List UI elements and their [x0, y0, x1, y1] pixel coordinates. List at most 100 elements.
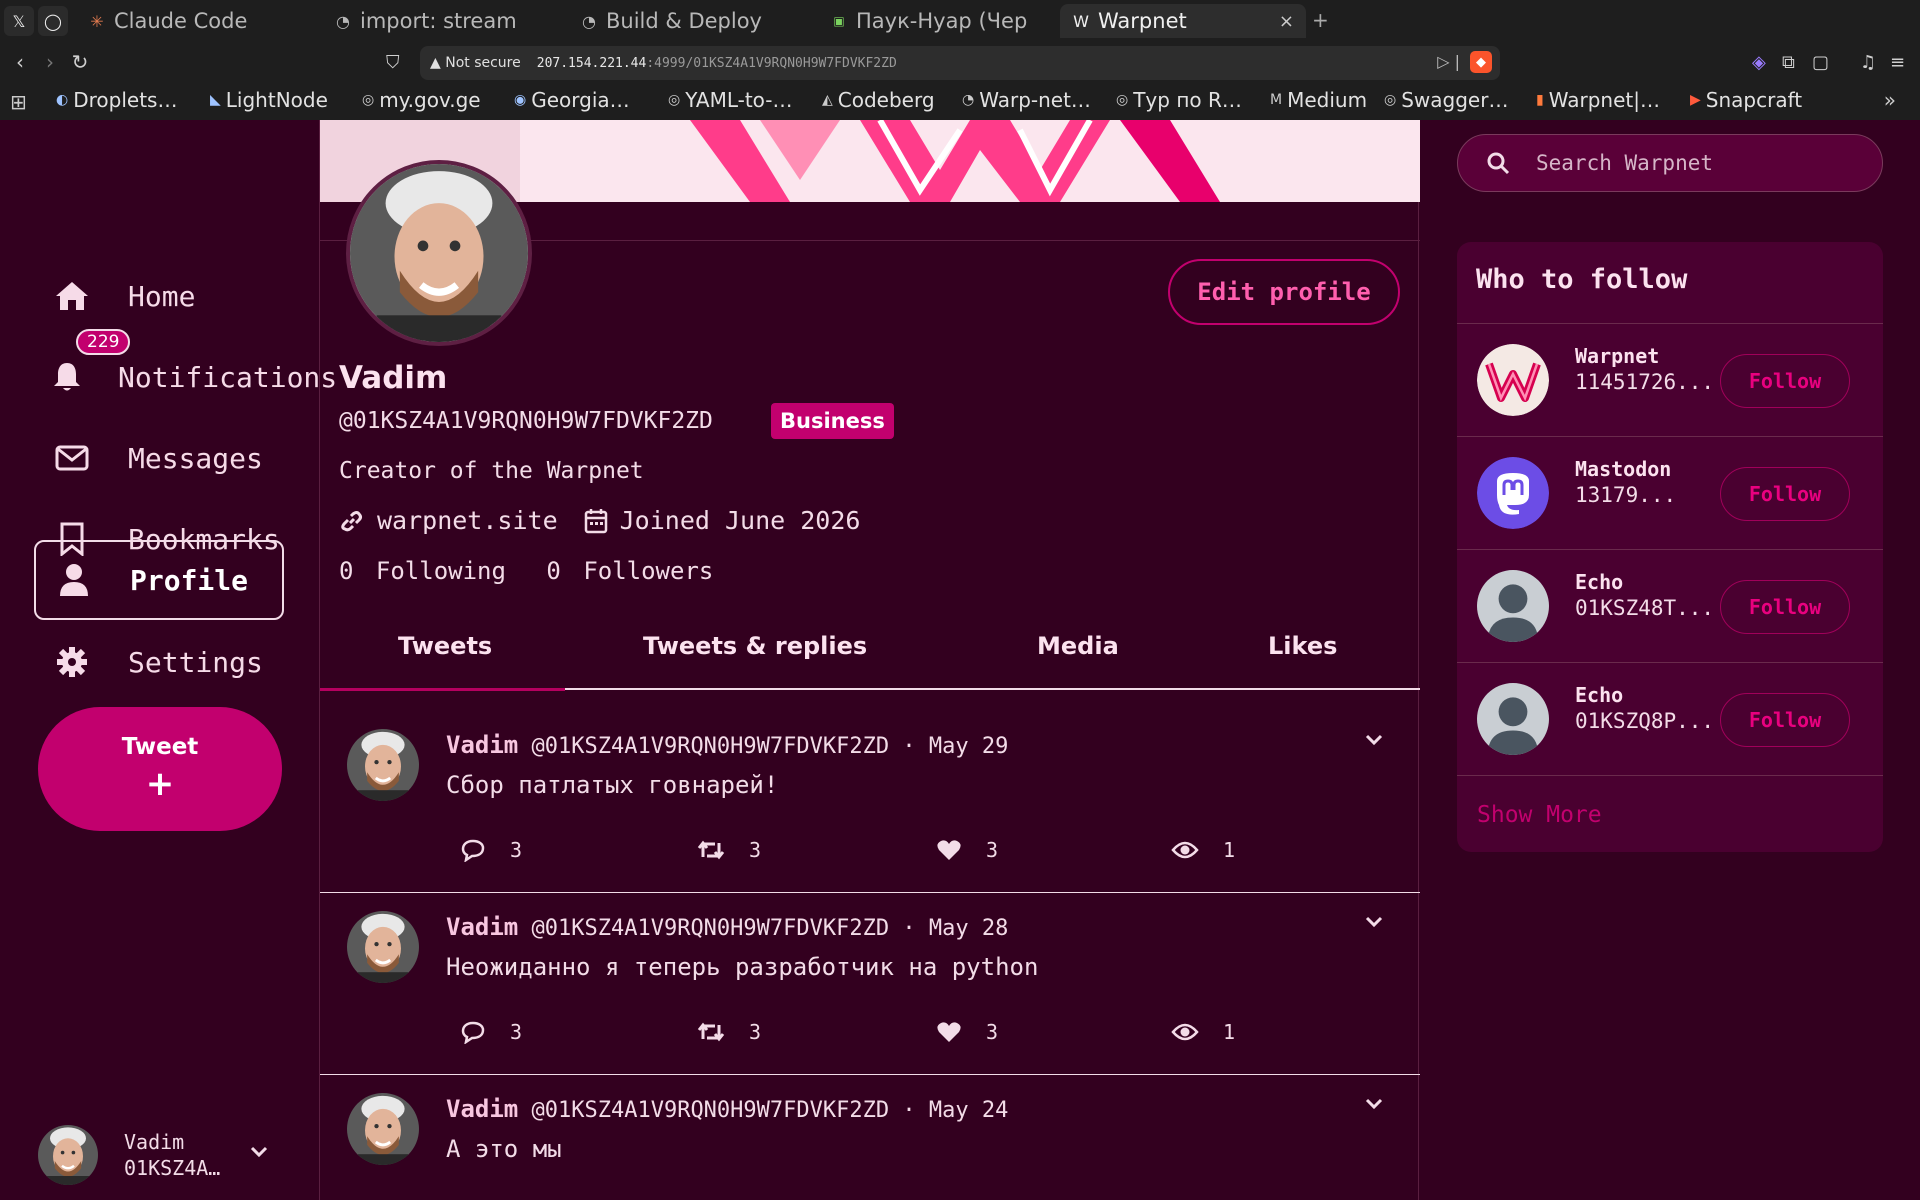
nav-item-profile[interactable]: Profile [34, 540, 284, 620]
browser-tab-active[interactable]: W Warpnet × [1060, 4, 1306, 38]
brave-shield-icon[interactable]: ◆ [1470, 51, 1492, 73]
extension-icon[interactable]: ◈ [1752, 52, 1766, 73]
reply-count: 3 [510, 1020, 523, 1044]
address-bar[interactable]: ▲ Not secure 207.154.221.44:4999/01KSZ4A… [420, 46, 1500, 80]
search-input[interactable] [1536, 151, 1856, 175]
bookmark-item[interactable]: ◎ Swagger… [1384, 88, 1508, 112]
bookmark-page-icon[interactable]: ⛉ [386, 52, 400, 73]
profile-main-column: Edit profile Vadim @01KSZ4A1V9RQN0H9W7FD… [319, 120, 1420, 1200]
tab-tweets[interactable]: Tweets [398, 632, 492, 660]
forward-icon[interactable]: › [36, 48, 64, 76]
retweet-button[interactable]: 3 [697, 838, 761, 862]
nav-item-notifications[interactable]: 229 Notifications [34, 329, 337, 417]
apps-grid-icon[interactable]: ⊞ [10, 90, 27, 114]
tab-media[interactable]: Media [1037, 632, 1119, 660]
tweet-header: Vadim @01KSZ4A1V9RQN0H9W7FDVKF2ZD · May … [446, 913, 1008, 941]
reload-icon[interactable]: ↻ [66, 48, 94, 76]
bookmark-item[interactable]: ▶ Snapcraft [1690, 88, 1802, 112]
bookmark-favicon-icon: ◣ [210, 92, 221, 108]
browser-tab[interactable]: ✳ Claude Code [76, 4, 316, 38]
avatar[interactable] [347, 1093, 419, 1165]
tweet-author-handle: @01KSZ4A1V9RQN0H9W7FDVKF2ZD [531, 734, 890, 759]
reply-button[interactable]: 3 [460, 838, 522, 862]
like-button[interactable]: 3 [936, 838, 998, 862]
close-icon[interactable]: × [1279, 11, 1294, 32]
tweet[interactable]: Vadim @01KSZ4A1V9RQN0H9W7FDVKF2ZD · May … [320, 1057, 1420, 1200]
like-button[interactable]: 3 [936, 1020, 998, 1044]
who-to-follow-panel: Who to follow Warpnet 11451726... Follow… [1457, 242, 1883, 852]
bookmark-item[interactable]: ◎ my.gov.ge [362, 88, 481, 112]
suggested-user-id: 01KSZQ8P... [1575, 709, 1715, 733]
bookmark-item[interactable]: ◎ YAML-to-… [668, 88, 793, 112]
chevron-down-icon[interactable] [1365, 913, 1383, 932]
suggested-user[interactable]: Mastodon 13179... Follow [1457, 436, 1883, 549]
menu-icon[interactable]: ≡ [1890, 52, 1905, 73]
tweet[interactable]: Vadim @01KSZ4A1V9RQN0H9W7FDVKF2ZD · May … [320, 693, 1420, 893]
pinned-tab-github[interactable]: ◯ [38, 6, 68, 36]
tab-title: Build & Deploy [606, 9, 762, 33]
browser-tab[interactable]: ◔ Build & Deploy [568, 4, 802, 38]
nav-item-messages[interactable]: Messages [34, 418, 284, 498]
show-more-link[interactable]: Show More [1477, 802, 1602, 828]
bookmark-label: Medium [1287, 88, 1368, 112]
following-link[interactable]: 0 Following [339, 557, 514, 585]
bookmark-item[interactable]: ◎ Тур по R… [1116, 88, 1242, 112]
suggested-user-id: 11451726... [1575, 370, 1715, 394]
plus-icon: + [145, 764, 175, 804]
suggested-user[interactable]: Echo 01KSZQ8P... Follow [1457, 662, 1883, 775]
follow-button[interactable]: Follow [1720, 580, 1850, 634]
suggested-user[interactable]: Echo 01KSZ48T... Follow [1457, 549, 1883, 662]
follow-button[interactable]: Follow [1720, 693, 1850, 747]
default-avatar-icon [1477, 683, 1549, 755]
compose-tweet-button[interactable]: Tweet + [38, 707, 282, 831]
avatar[interactable] [347, 911, 419, 983]
retweet-button[interactable]: 3 [697, 1020, 761, 1044]
more-bookmarks-button[interactable]: » [1884, 88, 1896, 112]
browser-tab[interactable]: ▣ Паук-Нуар (Чер [818, 4, 1048, 38]
bookmark-item[interactable]: M Medium [1270, 88, 1367, 112]
search-box[interactable] [1457, 134, 1883, 192]
chevron-down-icon[interactable] [1365, 731, 1383, 750]
followers-count: 0 [546, 557, 561, 585]
tweet-author-name[interactable]: Vadim [446, 731, 518, 759]
reply-button[interactable]: 3 [460, 1020, 522, 1044]
nav-item-settings[interactable]: Settings [34, 622, 284, 702]
edit-profile-button[interactable]: Edit profile [1168, 259, 1400, 325]
tweet-author-name[interactable]: Vadim [446, 913, 518, 941]
tweet[interactable]: Vadim @01KSZ4A1V9RQN0H9W7FDVKF2ZD · May … [320, 875, 1420, 1075]
suggested-user[interactable]: Warpnet 11451726... Follow [1457, 323, 1883, 436]
tab-tweets-and-replies[interactable]: Tweets & replies [643, 632, 867, 660]
bookmark-label: LightNode [225, 88, 328, 112]
bookmark-item[interactable]: ◐ Droplets… [56, 88, 177, 112]
retweet-icon [697, 1021, 725, 1043]
views-stat: 1 [1171, 1020, 1235, 1044]
music-icon[interactable]: ♫ [1860, 52, 1876, 73]
profile-avatar[interactable] [346, 160, 532, 346]
chevron-down-icon[interactable] [1365, 1095, 1383, 1114]
profile-website-link[interactable]: warpnet.site [377, 506, 558, 535]
account-switcher[interactable]: Vadim 01KSZ4A… [38, 1122, 278, 1188]
followers-link[interactable]: 0 Followers [546, 557, 721, 585]
pinned-tab-x[interactable]: 𝕏 [4, 6, 34, 36]
puzzle-icon[interactable]: ⧉ [1782, 52, 1795, 73]
bookmark-item[interactable]: ◭ Codeberg [822, 88, 935, 112]
bookmark-item[interactable]: ◣ LightNode [210, 88, 328, 112]
chevron-down-icon[interactable] [250, 1142, 268, 1163]
share-icon[interactable]: ▷ | [1437, 52, 1460, 71]
bookmark-item[interactable]: ◔ Warp-net… [962, 88, 1091, 112]
avatar[interactable] [347, 729, 419, 801]
bookmark-item[interactable]: ◉ Georgia… [514, 88, 630, 112]
bookmark-item[interactable]: ▮ Warpnet|… [1536, 88, 1660, 112]
browser-tab[interactable]: ◔ import: stream [322, 4, 542, 38]
new-tab-button[interactable]: + [1312, 8, 1329, 32]
security-indicator[interactable]: ▲ Not secure [430, 55, 537, 71]
follow-button[interactable]: Follow [1720, 467, 1850, 521]
back-icon[interactable]: ‹ [6, 48, 34, 76]
profile-bio: Creator of the Warpnet [339, 458, 644, 484]
search-icon [1486, 151, 1510, 175]
wallet-icon[interactable]: ▢ [1812, 52, 1829, 73]
nav-item-home[interactable]: Home [34, 256, 284, 336]
tweet-author-name[interactable]: Vadim [446, 1095, 518, 1123]
follow-button[interactable]: Follow [1720, 354, 1850, 408]
tab-likes[interactable]: Likes [1268, 632, 1337, 660]
